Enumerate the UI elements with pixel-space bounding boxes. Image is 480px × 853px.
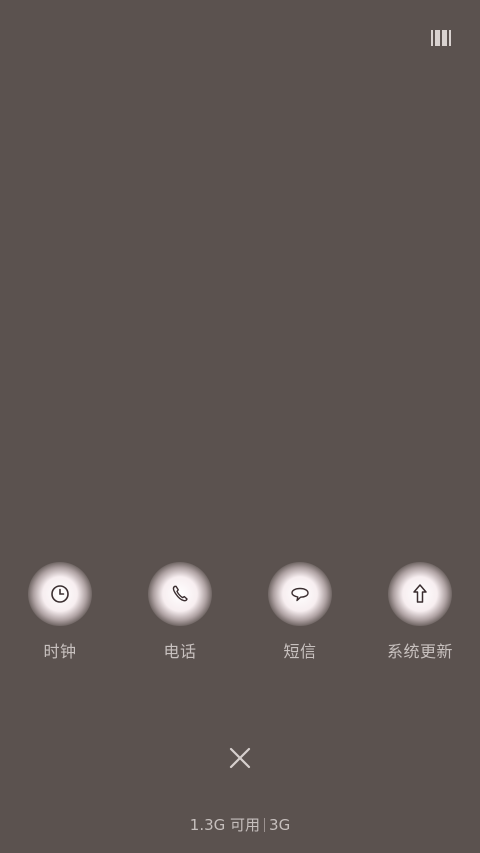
app-system-update[interactable]: 系统更新 [360, 560, 480, 662]
app-system-update-icon-container[interactable] [388, 562, 452, 626]
app-phone[interactable]: 电话 [120, 560, 240, 662]
update-arrow-icon [413, 584, 427, 603]
recent-apps-row: 时钟 电话 短信 系统更新 [0, 560, 480, 670]
network-type-text: 3G [269, 816, 291, 834]
app-messages-label: 短信 [283, 642, 317, 661]
close-icon[interactable] [228, 746, 252, 770]
app-phone-icon-container[interactable] [148, 562, 212, 626]
clock-icon [51, 585, 69, 603]
app-clock-icon-container[interactable] [28, 562, 92, 626]
app-system-update-label: 系统更新 [386, 642, 453, 661]
phone-icon [172, 585, 188, 602]
status-divider [264, 818, 266, 832]
app-phone-label: 电话 [163, 642, 197, 661]
app-messages-icon-container[interactable] [268, 562, 332, 626]
app-clock[interactable]: 时钟 [0, 560, 120, 662]
available-memory-text: 1.3G 可用 [189, 816, 261, 834]
memory-status-bar: 1.3G 可用 3G [0, 814, 480, 835]
message-icon [291, 587, 309, 602]
app-clock-label: 时钟 [43, 642, 77, 661]
app-messages[interactable]: 短信 [240, 560, 360, 662]
recent-tasks-toggle-icon[interactable] [431, 30, 451, 46]
